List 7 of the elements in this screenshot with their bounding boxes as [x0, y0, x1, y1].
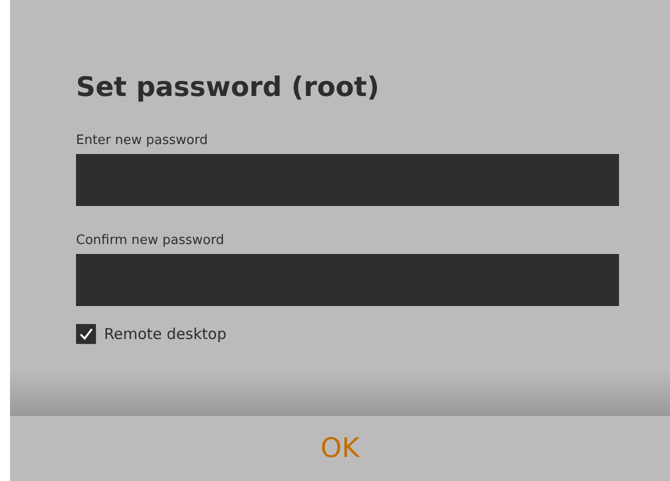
checkbox-label: Remote desktop	[104, 325, 226, 343]
field-label: Confirm new password	[76, 233, 224, 249]
password-field[interactable]	[76, 154, 619, 206]
dialog-title: Set password (root)	[76, 71, 380, 105]
checkbox[interactable]	[76, 324, 96, 344]
password-field[interactable]	[76, 254, 619, 306]
field-label: Enter new password	[76, 133, 208, 149]
